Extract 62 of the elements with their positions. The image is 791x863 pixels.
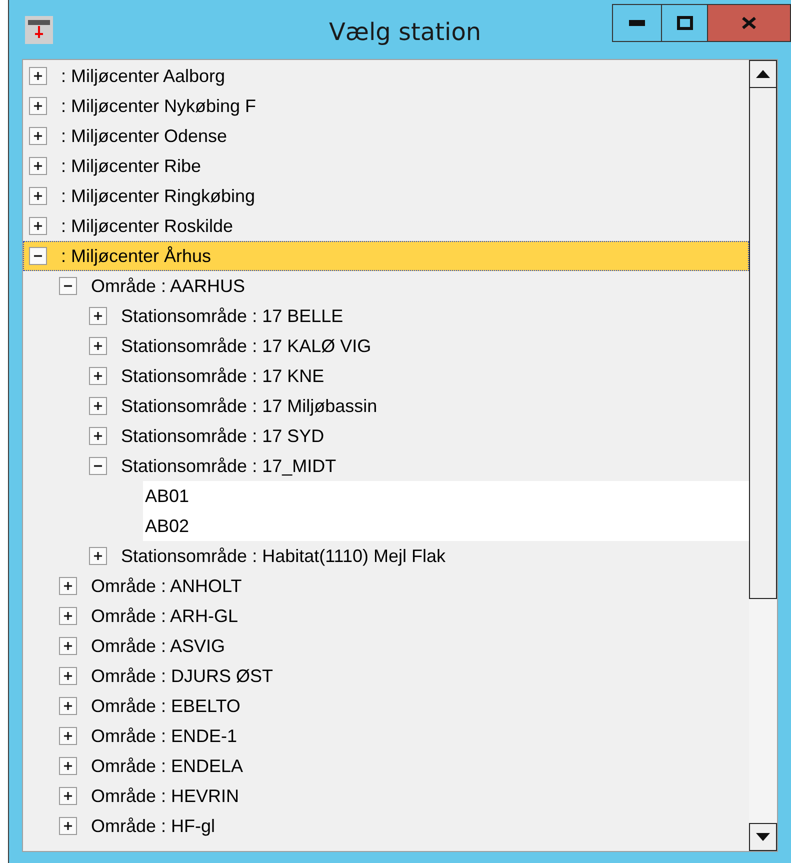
expand-icon[interactable] <box>89 337 107 355</box>
maximize-icon <box>676 16 692 30</box>
collapse-icon[interactable] <box>59 277 77 295</box>
tree-item[interactable]: : Miljøcenter Ringkøbing <box>23 181 749 211</box>
tree-item[interactable]: Stationsområde : 17 KNE <box>23 361 749 391</box>
tree-item[interactable]: : Miljøcenter Roskilde <box>23 211 749 241</box>
close-icon <box>742 17 756 29</box>
tree-item[interactable]: : Miljøcenter Ribe <box>23 151 749 181</box>
tree-item[interactable]: Område : ENDELA <box>23 751 749 781</box>
expand-icon[interactable] <box>59 817 77 835</box>
expand-icon[interactable] <box>59 757 77 775</box>
scroll-thumb[interactable] <box>749 88 777 599</box>
expand-icon[interactable] <box>29 67 47 85</box>
expand-icon[interactable] <box>59 637 77 655</box>
tree-item[interactable]: : Miljøcenter Nykøbing F <box>23 91 749 121</box>
scroll-down-button[interactable] <box>749 823 777 851</box>
expand-icon[interactable] <box>29 187 47 205</box>
window-title: Vælg station <box>329 17 482 48</box>
station-row[interactable]: AB02 <box>143 511 749 541</box>
expand-icon[interactable] <box>59 577 77 595</box>
expand-icon[interactable] <box>89 397 107 415</box>
tree-item[interactable]: Område : AARHUS <box>23 271 749 301</box>
tree-item[interactable]: Område : ENDE-1 <box>23 721 749 751</box>
tree-item[interactable]: Område : DJURS ØST <box>23 661 749 691</box>
expand-icon[interactable] <box>29 217 47 235</box>
tree-item[interactable]: Område : EBELTO <box>23 691 749 721</box>
expand-icon[interactable] <box>89 547 107 565</box>
tree-item[interactable]: Område : ARH-GL <box>23 601 749 631</box>
tree-item[interactable]: Stationsområde : 17 SYD <box>23 421 749 451</box>
scrollbar[interactable] <box>749 60 777 851</box>
expand-icon[interactable] <box>59 667 77 685</box>
tree-item[interactable]: Stationsområde : 17 Miljøbassin <box>23 391 749 421</box>
tree-item[interactable]: Område : HEVRIN <box>23 781 749 811</box>
tree-item[interactable]: Stationsområde : 17_MIDT <box>23 451 749 481</box>
tree-item[interactable]: Område : ANHOLT <box>23 571 749 601</box>
collapse-icon[interactable] <box>29 247 47 265</box>
station-row[interactable]: AB01 <box>143 481 749 511</box>
expand-icon[interactable] <box>59 607 77 625</box>
tree-item[interactable]: Område : HF-gl <box>23 811 749 841</box>
expand-icon[interactable] <box>59 727 77 745</box>
app-icon <box>25 16 53 44</box>
expand-icon[interactable] <box>29 97 47 115</box>
up-arrow-icon <box>756 70 770 78</box>
expand-icon[interactable] <box>89 307 107 325</box>
tree-item[interactable]: Område : ASVIG <box>23 631 749 661</box>
down-arrow-icon <box>756 833 770 841</box>
collapse-icon[interactable] <box>89 457 107 475</box>
tree-item[interactable]: Stationsområde : Habitat(1110) Mejl Flak <box>23 541 749 571</box>
expand-icon[interactable] <box>29 157 47 175</box>
expand-icon[interactable] <box>59 787 77 805</box>
close-button[interactable] <box>708 5 790 41</box>
expand-icon[interactable] <box>59 697 77 715</box>
minimize-icon <box>629 20 645 26</box>
tree-item[interactable]: : Miljøcenter Aalborg <box>23 61 749 91</box>
tree-item[interactable]: Stationsområde : 17 BELLE <box>23 301 749 331</box>
tree-item[interactable]: : Miljøcenter Århus <box>23 241 749 271</box>
expand-icon[interactable] <box>89 427 107 445</box>
tree-item[interactable]: Stationsområde : 17 KALØ VIG <box>23 331 749 361</box>
scroll-up-button[interactable] <box>749 60 777 88</box>
expand-icon[interactable] <box>29 127 47 145</box>
tree-item[interactable]: : Miljøcenter Odense <box>23 121 749 151</box>
expand-icon[interactable] <box>89 367 107 385</box>
